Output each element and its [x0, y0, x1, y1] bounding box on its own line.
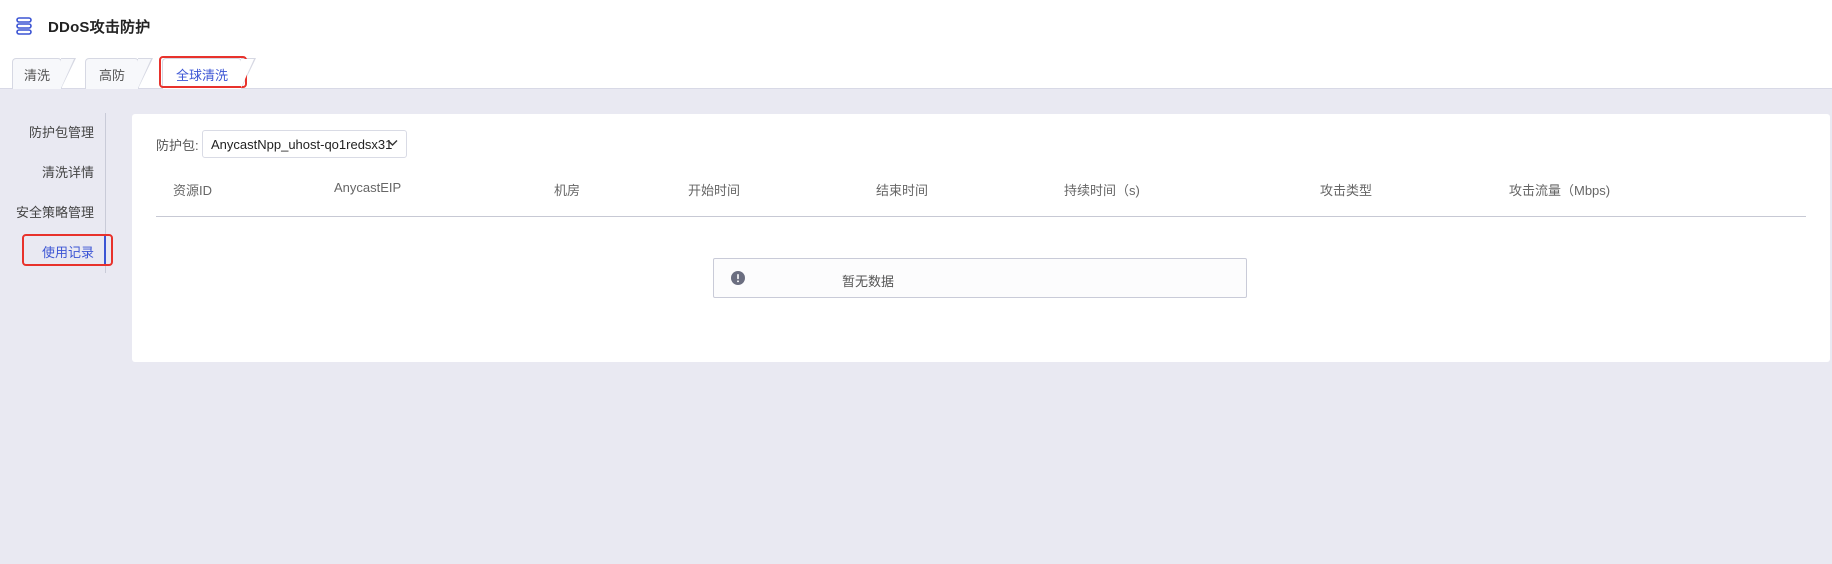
table-header: 资源ID AnycastEIP 机房 开始时间 结束时间 持续时间（s) 攻击类… — [156, 162, 1806, 217]
tab-label: 清洗 — [23, 67, 50, 83]
sidebar-active-indicator — [104, 236, 106, 264]
sidebar-item-usage-records[interactable]: 使用记录 — [42, 242, 94, 261]
info-circle-icon — [731, 271, 745, 285]
top-header: DDoS攻击防护 清洗 高防 全球清洗 — [0, 0, 1832, 89]
chevron-down-icon — [387, 140, 398, 146]
empty-state: 暂无数据 — [713, 258, 1247, 298]
column-header-anycast-eip: AnycastEIP — [334, 180, 402, 195]
sidebar-item-package-management[interactable]: 防护包管理 — [29, 122, 94, 141]
column-header-end-time: 结束时间 — [876, 183, 929, 198]
empty-state-text: 暂无数据 — [842, 274, 895, 289]
column-header-datacenter: 机房 — [554, 183, 581, 198]
app-title: DDoS攻击防护 — [48, 19, 151, 36]
tab-label: 全球清洗 — [175, 67, 228, 83]
tab-label: 高防 — [98, 67, 125, 83]
sidebar-item-security-policy[interactable]: 安全策略管理 — [16, 202, 94, 221]
tab-global-scrubbing[interactable]: 全球清洗 — [162, 58, 256, 89]
column-header-attack-type: 攻击类型 — [1320, 183, 1373, 198]
column-header-resource-id: 资源ID — [173, 183, 213, 198]
main-panel: 防护包: AnycastNpp_uhost-qo1redsx31 资源ID An… — [132, 114, 1830, 362]
package-select[interactable]: AnycastNpp_uhost-qo1redsx31 — [202, 130, 407, 158]
sidebar-item-scrubbing-details[interactable]: 清洗详情 — [42, 162, 94, 181]
column-header-start-time: 开始时间 — [688, 183, 741, 198]
sidebar: 防护包管理 清洗详情 安全策略管理 使用记录 — [0, 113, 106, 273]
column-header-duration: 持续时间（s) — [1064, 183, 1140, 198]
package-filter-label: 防护包: — [156, 138, 199, 153]
column-header-attack-traffic: 攻击流量（Mbps) — [1509, 183, 1611, 198]
tab-qingxi[interactable]: 清洗 — [12, 58, 76, 89]
package-select-value: AnycastNpp_uhost-qo1redsx31 — [211, 136, 393, 152]
server-stack-icon[interactable] — [16, 17, 32, 35]
tab-gaofang[interactable]: 高防 — [85, 58, 153, 89]
